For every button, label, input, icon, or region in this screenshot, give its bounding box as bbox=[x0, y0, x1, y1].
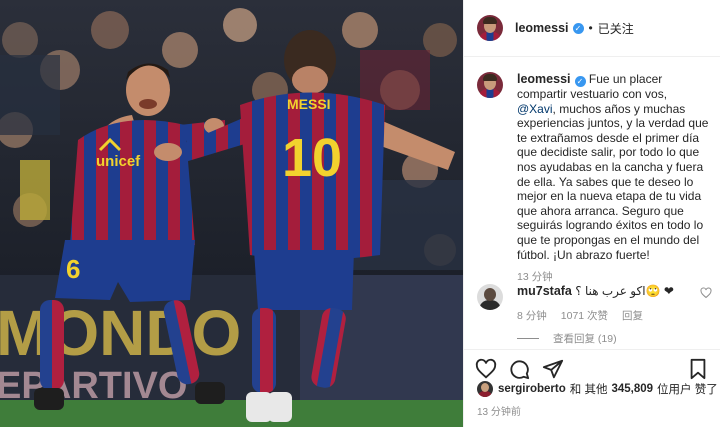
caption-block: leomessi ✓ Fue un placer compartir vestua… bbox=[477, 72, 713, 285]
post-actions: sergiroberto 和 其他 345,809 位用户 赞了 13 分钟前 bbox=[464, 349, 720, 427]
post-timestamp[interactable]: 13 分钟前 bbox=[477, 403, 521, 418]
comment-reply-button[interactable]: 回复 bbox=[622, 308, 643, 323]
left-shorts-number: 6 bbox=[66, 254, 80, 284]
follow-button[interactable]: 已关注 bbox=[598, 20, 634, 37]
view-replies-label: 查看回复 (19) bbox=[553, 333, 617, 345]
likes-connector: 和 其他 bbox=[569, 384, 608, 396]
caption-username[interactable]: leomessi bbox=[517, 72, 571, 86]
heart-icon[interactable] bbox=[475, 358, 497, 380]
likes-suffix: 位用户 赞了 bbox=[657, 384, 718, 396]
likes-count[interactable]: 345,809 bbox=[611, 383, 653, 395]
comment-icon[interactable] bbox=[508, 358, 530, 380]
post-header: leomessi ✓ • 已关注 bbox=[464, 0, 720, 57]
small-heart-icon[interactable] bbox=[700, 287, 712, 299]
caption-text-end: , muchos años y muchas experiencias junt… bbox=[517, 101, 709, 262]
header-separator: • bbox=[588, 21, 593, 35]
commenter-username[interactable]: mu7stafa bbox=[517, 284, 572, 298]
verified-badge-icon: ✓ bbox=[572, 22, 584, 34]
comment-time: 8 分钟 bbox=[517, 310, 547, 322]
share-icon[interactable] bbox=[542, 358, 564, 380]
comment-meta: 8 分钟 1071 次赞 回复 bbox=[517, 308, 697, 323]
board-text-top: MONDO bbox=[0, 297, 241, 369]
commenter-avatar[interactable] bbox=[477, 284, 503, 310]
photo-illustration: MONDO EPARTIVO unicef 6 MESSI 10 bbox=[0, 0, 463, 427]
author-username[interactable]: leomessi bbox=[515, 21, 569, 35]
messi-name-print: MESSI bbox=[287, 96, 331, 112]
liker-username[interactable]: sergiroberto bbox=[498, 383, 566, 395]
unicef-logo: unicef bbox=[96, 153, 141, 170]
comment-likes-link[interactable]: 1071 次赞 bbox=[561, 308, 608, 323]
caption-mention-link[interactable]: @Xavi bbox=[517, 102, 553, 116]
instagram-post: MONDO EPARTIVO unicef 6 MESSI 10 leomess… bbox=[0, 0, 720, 427]
author-avatar[interactable] bbox=[477, 15, 503, 41]
verified-badge-icon: ✓ bbox=[574, 76, 586, 87]
post-photo[interactable]: MONDO EPARTIVO unicef 6 MESSI 10 bbox=[0, 0, 463, 427]
comment-item: mu7stafa اكو عرب هنا ؟🙄 ❤ 8 分钟 1071 次赞 回… bbox=[477, 284, 715, 323]
caption-time: 13 分钟 bbox=[517, 271, 553, 284]
post-side-panel: leomessi ✓ • 已关注 leomessi ✓ Fue un placer… bbox=[463, 0, 720, 427]
comment-body: mu7stafa اكو عرب هنا ؟🙄 ❤ 8 分钟 1071 次赞 回… bbox=[517, 284, 697, 323]
messi-number-print: 10 bbox=[282, 128, 342, 188]
caption-body: leomessi ✓ Fue un placer compartir vestua… bbox=[517, 72, 709, 285]
liker-avatar[interactable] bbox=[477, 381, 493, 397]
caption-avatar[interactable] bbox=[477, 72, 503, 98]
comment-text: اكو عرب هنا ؟🙄 ❤ bbox=[575, 284, 674, 298]
view-replies-button[interactable]: 查看回复 (19) bbox=[517, 331, 617, 346]
likes-summary: sergiroberto 和 其他 345,809 位用户 赞了 bbox=[477, 381, 718, 397]
bookmark-icon[interactable] bbox=[687, 358, 709, 380]
replies-divider bbox=[517, 338, 539, 339]
